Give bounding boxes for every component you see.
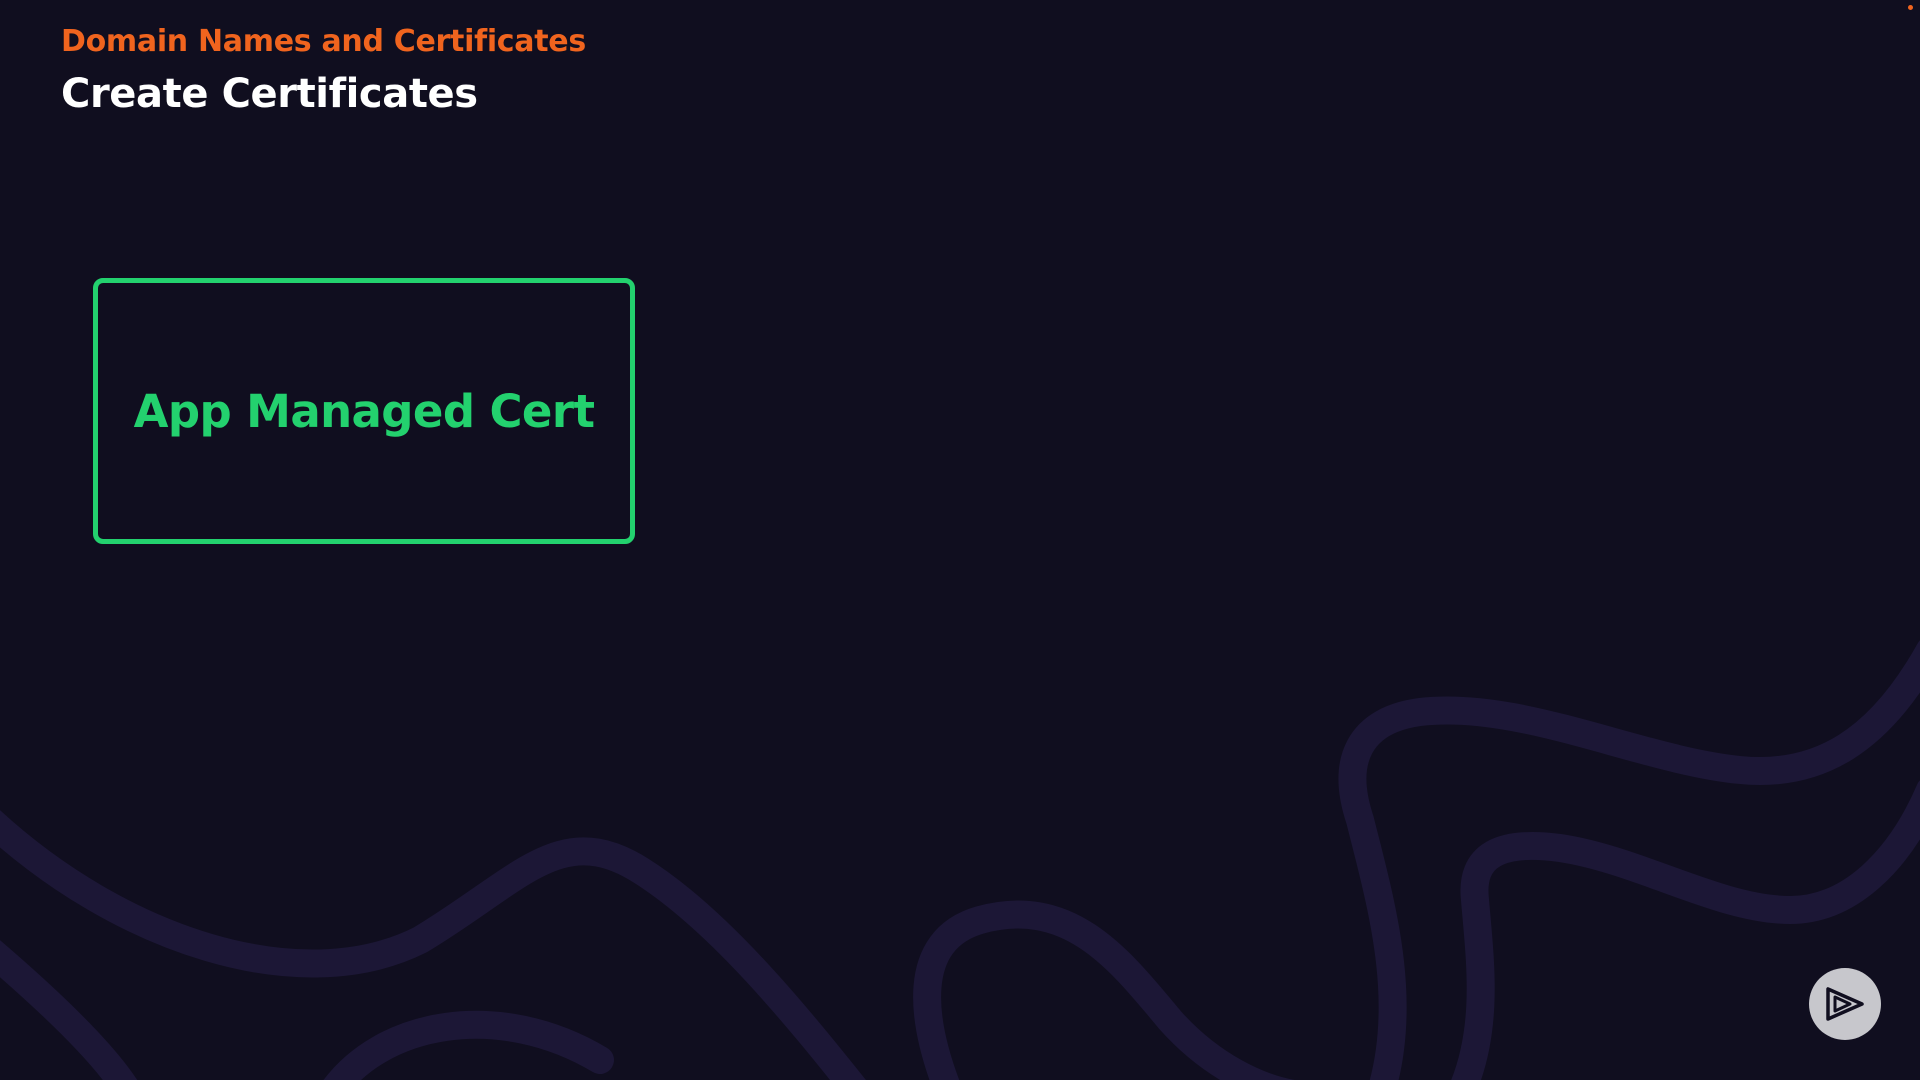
page-title: Create Certificates [61, 71, 478, 117]
background-wave [913, 900, 1295, 1080]
play-logo-icon [1809, 968, 1881, 1040]
cert-box-label: App Managed Cert [133, 384, 595, 438]
play-triangle-icon [1826, 987, 1864, 1021]
background-wave [0, 810, 866, 1080]
section-title: Domain Names and Certificates [61, 24, 586, 59]
background-wave [0, 940, 138, 1080]
app-managed-cert-box: App Managed Cert [93, 278, 635, 544]
background-wave [323, 1010, 614, 1080]
corner-dot [1908, 5, 1913, 10]
slide-header: Domain Names and Certificates Create Cer… [61, 22, 586, 118]
